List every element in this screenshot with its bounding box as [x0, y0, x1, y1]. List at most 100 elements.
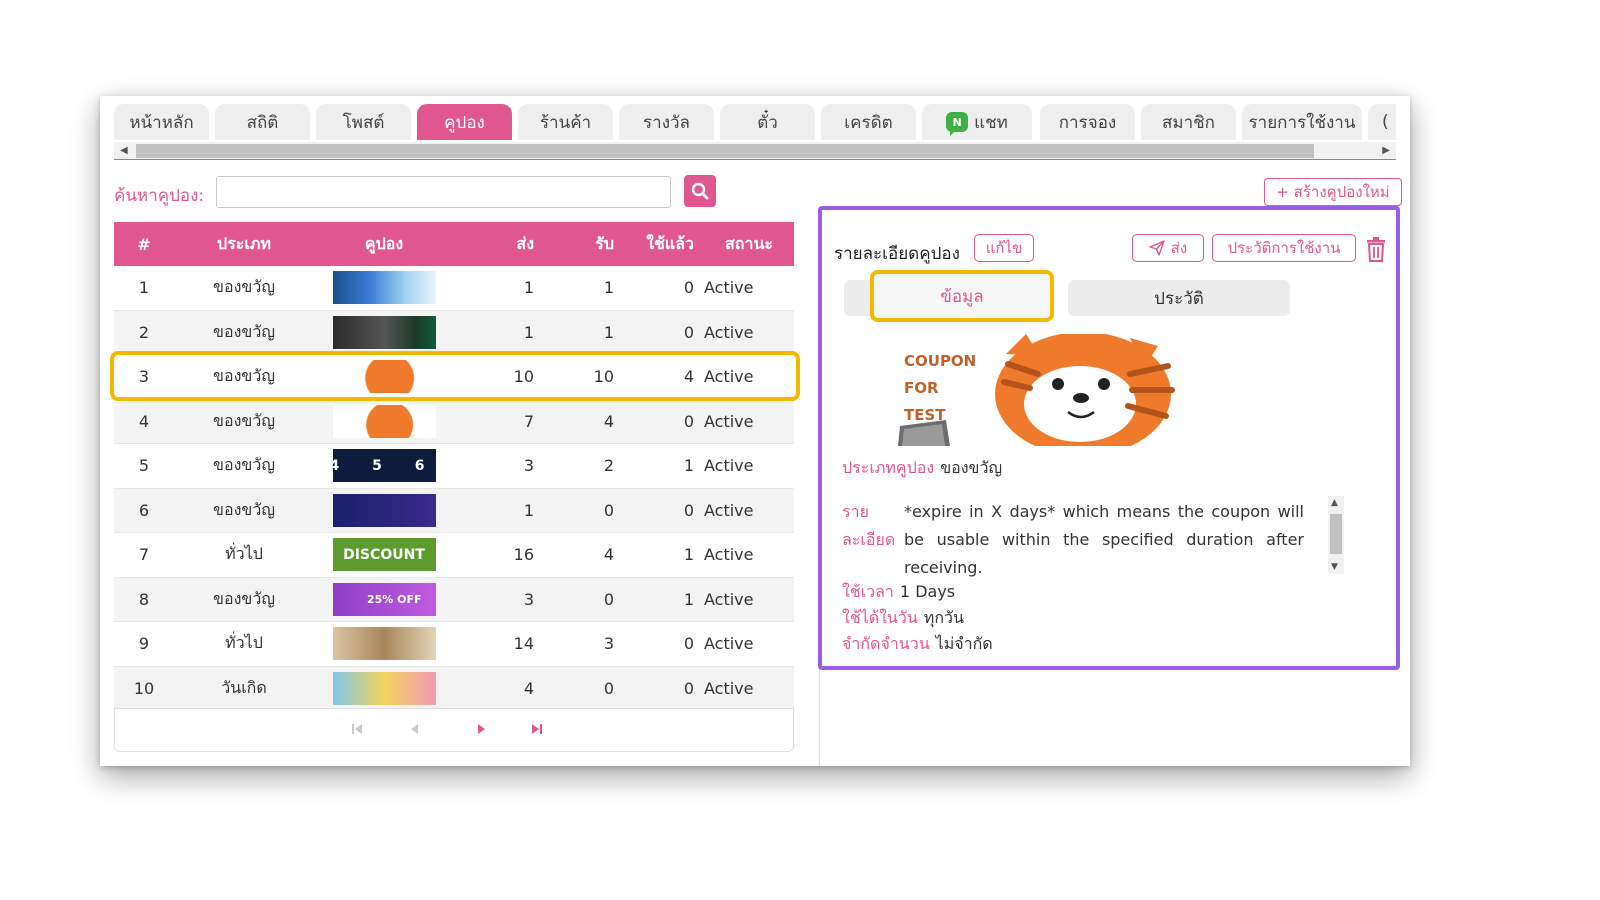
tab-posts[interactable]: โพสต์ [316, 104, 411, 140]
row-used: 0 [683, 278, 694, 298]
scroll-up-arrow-icon[interactable]: ▲ [1331, 498, 1338, 508]
next-page-icon[interactable] [477, 723, 487, 735]
coupon-thumbnail [332, 404, 436, 438]
row-send: 1 [523, 322, 534, 342]
duration-label: ใช้เวลา [842, 582, 894, 601]
first-page-icon[interactable] [351, 723, 363, 735]
table-row[interactable]: 8 ของขวัญ 25% OFF 3 0 1 Active [114, 577, 794, 622]
row-status: Active [704, 278, 754, 298]
row-type: ของขวัญ [213, 277, 275, 297]
edit-button[interactable]: แก้ไข [974, 234, 1034, 262]
coupon-cell [314, 311, 454, 355]
coupon-detail-panel: รายละเอียดคูปอง แก้ไข ส่ง ประวัติการใช้ง… [818, 206, 1400, 670]
table-row[interactable]: 4 ของขวัญ 7 4 0 Active [114, 399, 794, 444]
description-text: *expire in X days* which means the coupo… [904, 502, 1304, 577]
row-type: ของขวัญ [213, 321, 275, 341]
row-used: 1 [683, 589, 694, 609]
header-no: # [137, 234, 151, 254]
tabs-scrollbar[interactable]: ◀ ▶ [114, 142, 1396, 160]
tab-credits-label: เครดิต [844, 112, 893, 133]
tab-tickets[interactable]: ตั๋ว [720, 104, 815, 140]
tab-home[interactable]: หน้าหลัก [114, 104, 209, 140]
tab-stats-label: สถิติ [246, 112, 279, 133]
table-row[interactable]: 2 ของขวัญ 1 1 0 Active [114, 310, 794, 355]
detail-title: รายละเอียดคูปอง [834, 244, 960, 264]
coupon-cell: 4 5 6 [314, 444, 454, 488]
scroll-left-arrow-icon[interactable]: ◀ [120, 145, 128, 156]
row-send: 16 [513, 545, 534, 565]
tab-more[interactable]: ( [1368, 104, 1396, 140]
tab-chat[interactable]: N แชท [922, 104, 1032, 140]
table-row[interactable]: 10 วันเกิด 4 0 0 Active [114, 666, 794, 711]
main-tabs: หน้าหลัก สถิติ โพสต์ คูปอง ร้านค้า รางวั… [114, 104, 1396, 142]
trash-icon[interactable] [1366, 236, 1386, 262]
tab-info[interactable]: ข้อมูล [870, 270, 1054, 322]
tab-shops-label: ร้านค้า [539, 112, 592, 133]
table-row[interactable]: 5 ของขวัญ 4 5 6 3 2 1 Active [114, 444, 794, 489]
row-send: 1 [523, 278, 534, 298]
row-recv: 0 [603, 678, 614, 698]
tab-members[interactable]: สมาชิก [1141, 104, 1236, 140]
tab-shops[interactable]: ร้านค้า [518, 104, 613, 140]
tab-bookings-label: การจอง [1058, 112, 1117, 133]
row-recv: 4 [603, 545, 614, 565]
header-send: ส่ง [516, 233, 534, 253]
table-row[interactable]: 9 ทั่วไป 14 3 0 Active [114, 622, 794, 667]
row-recv: 2 [603, 456, 614, 476]
tab-coupons-label: คูปอง [444, 112, 485, 133]
row-used: 1 [683, 456, 694, 476]
coupon-type-label: ประเภทคูปอง [842, 458, 935, 477]
scroll-right-arrow-icon[interactable]: ▶ [1382, 145, 1390, 156]
coupon-cell: 25% OFF [314, 578, 454, 622]
create-coupon-button[interactable]: + สร้างคูปองใหม่ [1264, 178, 1402, 206]
search-button[interactable] [684, 175, 716, 207]
row-type: ทั่วไป [225, 544, 263, 564]
row-send: 3 [523, 589, 534, 609]
prev-page-icon[interactable] [409, 723, 419, 735]
header-used: ใช้แล้ว [646, 233, 694, 253]
tabs-scrollbar-thumb[interactable] [136, 144, 1314, 158]
description-scrollbar-thumb[interactable] [1330, 514, 1342, 554]
row-recv: 4 [603, 411, 614, 431]
tab-credits[interactable]: เครดิต [821, 104, 916, 140]
tab-home-label: หน้าหลัก [129, 112, 194, 133]
row-recv: 3 [603, 634, 614, 654]
header-recv: รับ [595, 233, 614, 253]
tab-stats[interactable]: สถิติ [215, 104, 310, 140]
row-status: Active [704, 322, 754, 342]
row-no: 1 [138, 278, 150, 298]
row-used: 0 [683, 411, 694, 431]
row-recv: 1 [603, 278, 614, 298]
tab-coupons[interactable]: คูปอง [417, 104, 512, 140]
tab-history[interactable]: ประวัติ [1068, 280, 1290, 316]
tab-more-label: ( [1382, 112, 1389, 132]
tab-posts-label: โพสต์ [342, 112, 385, 133]
row-no: 7 [138, 545, 150, 565]
tab-rewards[interactable]: รางวัล [619, 104, 714, 140]
pagination [114, 708, 794, 752]
send-button[interactable]: ส่ง [1132, 234, 1204, 262]
row-used: 0 [683, 322, 694, 342]
usage-history-button[interactable]: ประวัติการใช้งาน [1212, 234, 1356, 262]
chat-icon: N [946, 112, 969, 136]
description-scrollbar[interactable]: ▲ ▼ [1328, 496, 1344, 574]
row-used: 1 [683, 545, 694, 565]
scroll-down-arrow-icon[interactable]: ▼ [1331, 562, 1338, 572]
table-row[interactable]: 1 ของขวัญ 1 1 0 Active [114, 266, 794, 311]
row-used: 0 [683, 678, 694, 698]
table-row[interactable]: 7 ทั่วไป DISCOUNT 16 4 1 Active [114, 533, 794, 578]
tab-bookings[interactable]: การจอง [1040, 104, 1135, 140]
row-status: Active [704, 411, 754, 431]
send-button-label: ส่ง [1170, 239, 1188, 257]
header-status: สถานะ [725, 233, 773, 253]
tab-usage[interactable]: รายการใช้งาน [1242, 104, 1362, 140]
tab-rewards-label: รางวัล [643, 112, 690, 133]
coupon-cell [314, 622, 454, 666]
valid-days-label: ใช้ได้ในวัน [842, 608, 918, 627]
coupon-search-input[interactable] [216, 176, 671, 208]
last-page-icon[interactable] [531, 723, 543, 735]
row-status: Active [704, 545, 754, 565]
description-label-line1: ราย [842, 502, 869, 521]
table-row[interactable]: 6 ของขวัญ 1 0 0 Active [114, 488, 794, 533]
row-used: 0 [683, 634, 694, 654]
